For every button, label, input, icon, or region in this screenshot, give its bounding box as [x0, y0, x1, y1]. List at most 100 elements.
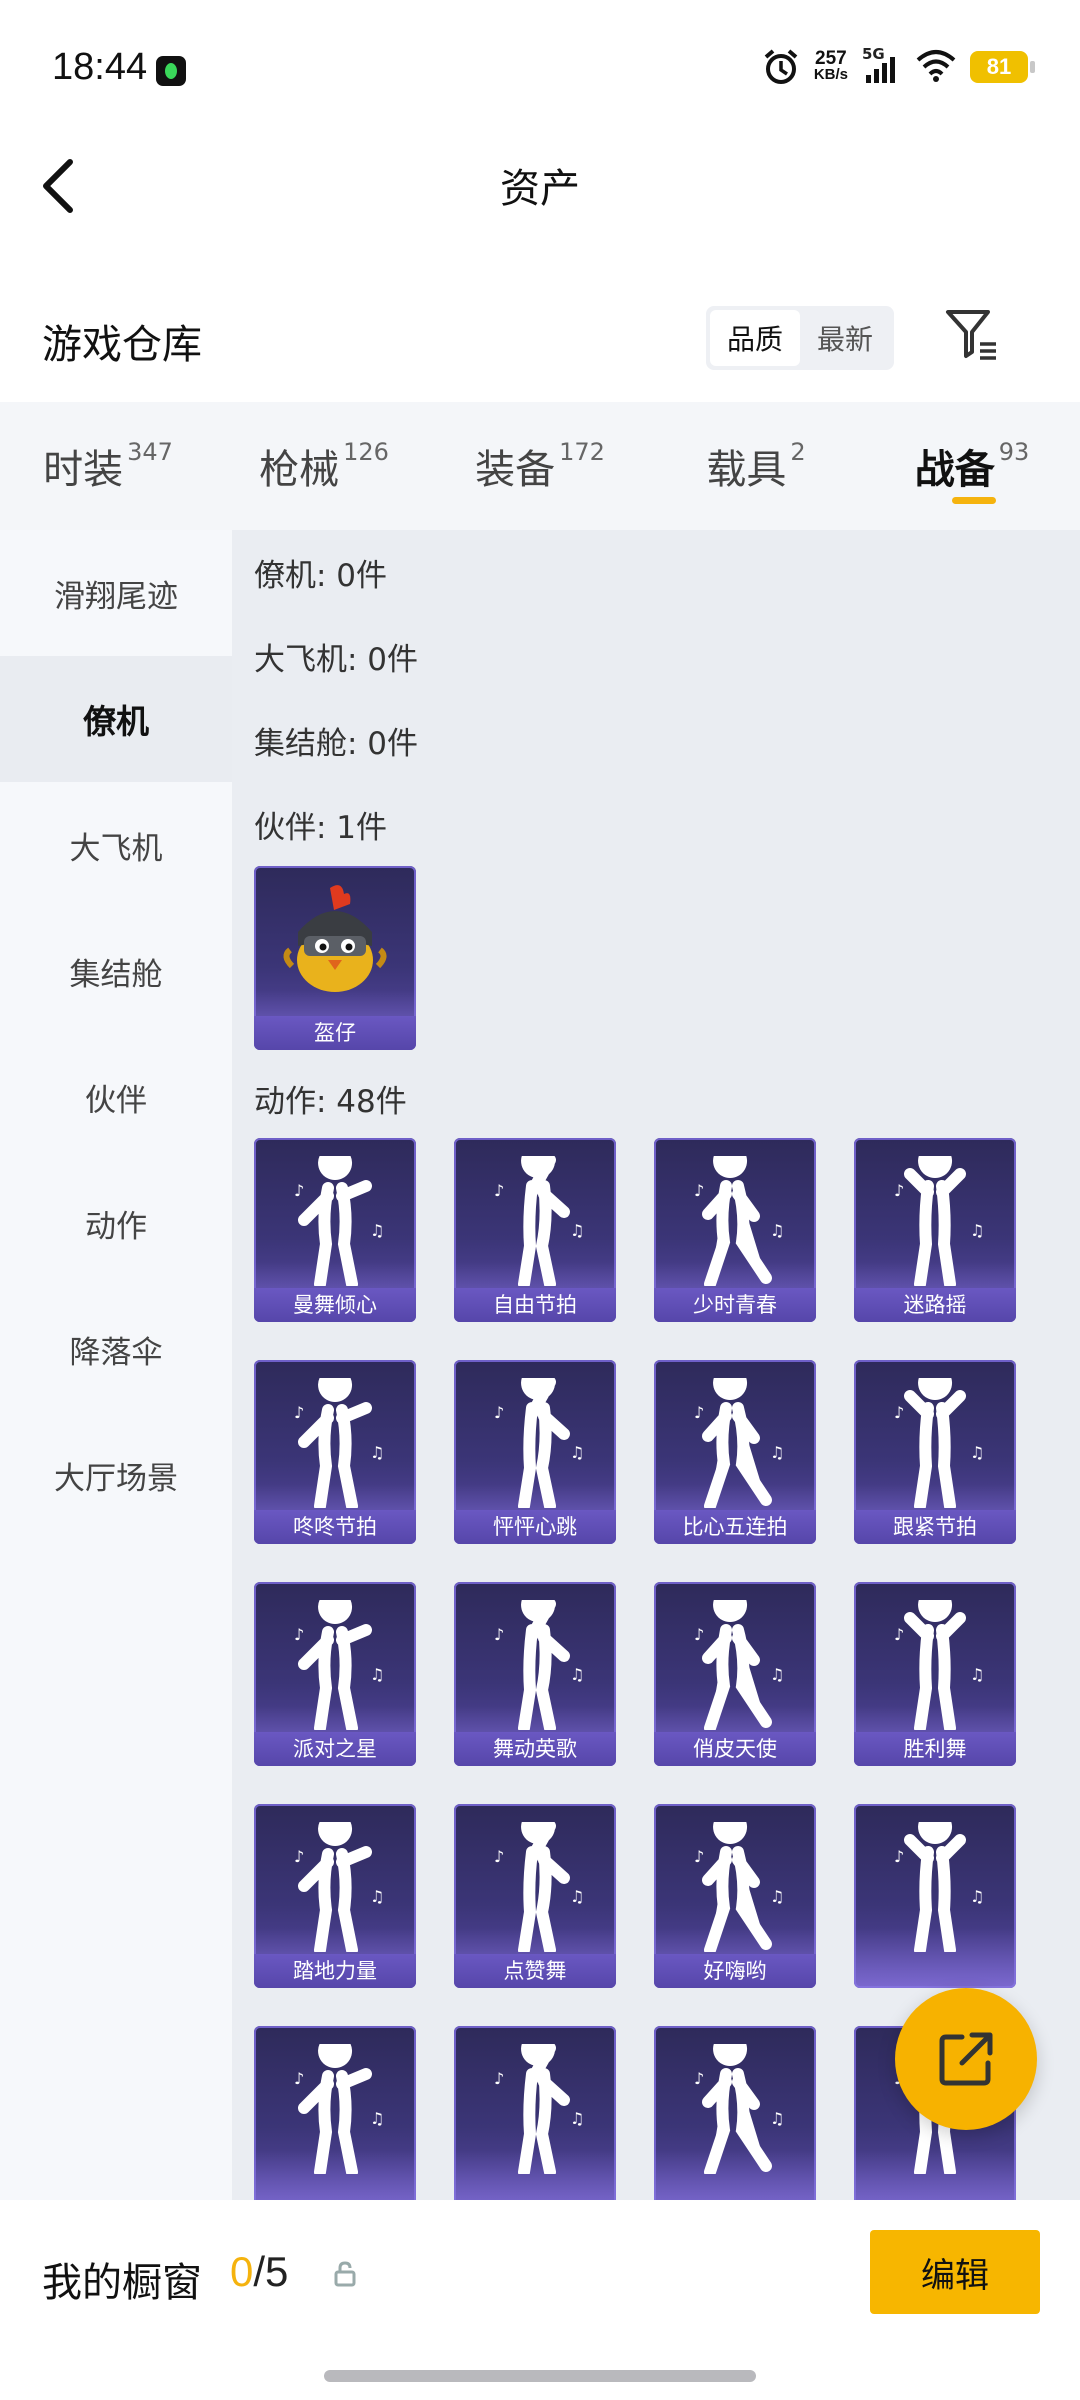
svg-text:♫: ♫: [370, 1887, 384, 1906]
item-name: 点赞舞: [454, 1954, 616, 1988]
net-speed-unit: KB/s: [813, 66, 848, 83]
sidebar-item-big-plane[interactable]: 大飞机: [0, 782, 232, 908]
share-fab[interactable]: [895, 1988, 1037, 2130]
tab-label: 枪械: [259, 447, 340, 493]
dancer-silhouette-icon: ♪♫: [894, 1378, 984, 1508]
tab-count: 93: [998, 438, 1030, 466]
emote-item-card[interactable]: ♪ ♫ 比心五连拍: [654, 1360, 816, 1544]
emote-item-card[interactable]: ♪ ♫ 迷路摇: [854, 1138, 1016, 1322]
dancer-silhouette-icon: ♪♫: [294, 2044, 384, 2174]
sort-option-newest[interactable]: 最新: [800, 310, 890, 366]
svg-text:♫: ♫: [770, 1221, 784, 1240]
svg-text:♫: ♫: [570, 1221, 584, 1240]
filter-icon: [946, 310, 996, 360]
svg-text:♪: ♪: [694, 1847, 704, 1866]
share-icon: [939, 2032, 993, 2086]
sidebar: 滑翔尾迹 僚机 大飞机 集结舱 伙伴 动作 降落伞 大厅场景: [0, 530, 232, 2200]
dancer-silhouette-icon: ♪♫: [294, 1156, 384, 1286]
svg-text:♪: ♪: [494, 1625, 504, 1644]
tab-label: 载具: [706, 447, 787, 493]
dancer-silhouette-icon: ♪♫: [694, 2044, 784, 2174]
svg-text:♪: ♪: [294, 1181, 304, 1200]
svg-text:♫: ♫: [570, 1887, 584, 1906]
sidebar-item-pod[interactable]: 集结舱: [0, 908, 232, 1034]
filter-button[interactable]: [940, 302, 1004, 366]
tab-firearms[interactable]: 枪械 126: [216, 402, 432, 530]
dancer-silhouette-icon: ♪♫: [894, 1600, 984, 1730]
svg-text:♪: ♪: [694, 1625, 704, 1644]
svg-text:♪: ♪: [894, 1625, 904, 1644]
emote-item-card[interactable]: ♪ ♫ 胜利舞: [854, 1582, 1016, 1766]
emote-item-card[interactable]: ♪ ♫ 跟紧节拍: [854, 1360, 1016, 1544]
emote-item-card[interactable]: ♪ ♫ 舞动英歌: [454, 1582, 616, 1766]
sidebar-item-emote[interactable]: 动作: [0, 1160, 232, 1286]
item-name: 比心五连拍: [654, 1510, 816, 1544]
emote-item-card[interactable]: ♪ ♫ 俏皮天使: [654, 1582, 816, 1766]
svg-text:♫: ♫: [570, 1443, 584, 1462]
emote-item-card[interactable]: ♪ ♫ 自由节拍: [454, 1138, 616, 1322]
section-wingman-label: 僚机: 0件: [254, 558, 388, 594]
home-indicator[interactable]: [324, 2370, 756, 2382]
svg-text:♫: ♫: [370, 1665, 384, 1684]
category-tabs: 时装 347 枪械 126 装备 172 载具 2 战备 93: [0, 402, 1080, 530]
my-showcase-title: 我的橱窗: [42, 2260, 202, 2306]
emote-item-card[interactable]: ♪♫: [454, 2026, 616, 2200]
sidebar-item-glide-trail[interactable]: 滑翔尾迹: [0, 530, 232, 656]
tab-battle-prep[interactable]: 战备 93: [864, 402, 1080, 530]
net-speed-value: 257: [815, 48, 847, 69]
sort-toggle: 品质 最新: [706, 306, 894, 370]
emote-item-card[interactable]: ♪ ♫ 踏地力量: [254, 1804, 416, 1988]
svg-text:♪: ♪: [494, 1847, 504, 1866]
svg-text:♫: ♫: [970, 1887, 984, 1906]
sidebar-item-lobby-scene[interactable]: 大厅场景: [0, 1412, 232, 1538]
dancer-silhouette-icon: ♪♫: [894, 1822, 984, 1952]
tab-label: 战备: [914, 447, 995, 493]
svg-text:♪: ♪: [894, 1847, 904, 1866]
sidebar-item-partner[interactable]: 伙伴: [0, 1034, 232, 1160]
dancer-silhouette-icon: ♪♫: [494, 1156, 584, 1286]
emote-item-card[interactable]: ♪♫: [254, 2026, 416, 2200]
title-bar: 资产: [0, 140, 1080, 230]
dancer-silhouette-icon: ♪♫: [694, 1822, 784, 1952]
signal-icon: 5G: [862, 45, 902, 85]
item-name: 俏皮天使: [654, 1732, 816, 1766]
emote-item-card[interactable]: ♪ ♫ 点赞舞: [454, 1804, 616, 1988]
dancer-silhouette-icon: ♪♫: [294, 1378, 384, 1508]
emote-item-card[interactable]: ♪ ♫ 好嗨哟: [654, 1804, 816, 1988]
item-name: 少时青春: [654, 1288, 816, 1322]
emote-item-card[interactable]: ♪ ♫ 咚咚节拍: [254, 1360, 416, 1544]
item-name: 怦怦心跳: [454, 1510, 616, 1544]
emote-item-card[interactable]: ♪ ♫ 派对之星: [254, 1582, 416, 1766]
network-type: 5G: [862, 45, 885, 63]
svg-text:♫: ♫: [970, 1665, 984, 1684]
emote-item-card[interactable]: ♪ ♫ 怦怦心跳: [454, 1360, 616, 1544]
svg-text:♪: ♪: [294, 2069, 304, 2088]
svg-text:♫: ♫: [370, 1443, 384, 1462]
section-plane-label: 大飞机: 0件: [254, 642, 419, 678]
lock-icon: [333, 2260, 357, 2288]
emote-item-card[interactable]: ♪♫: [854, 1804, 1016, 1988]
sidebar-item-parachute[interactable]: 降落伞: [0, 1286, 232, 1412]
svg-text:♪: ♪: [294, 1847, 304, 1866]
tab-vehicles[interactable]: 载具 2: [648, 402, 864, 530]
status-bar: 18:44 257 KB/s 5G 81: [0, 0, 1080, 140]
emote-item-card[interactable]: ♪ ♫ 曼舞倾心: [254, 1138, 416, 1322]
dancer-silhouette-icon: ♪♫: [894, 1156, 984, 1286]
item-name: 派对之星: [254, 1732, 416, 1766]
svg-text:♪: ♪: [694, 2069, 704, 2088]
sort-option-quality[interactable]: 品质: [710, 310, 800, 366]
emote-item-card[interactable]: ♪ ♫ 少时青春: [654, 1138, 816, 1322]
sidebar-item-wingman[interactable]: 僚机: [0, 656, 232, 782]
warehouse-header: 游戏仓库 品质 最新: [0, 290, 1080, 390]
app-notification-icon: [156, 56, 186, 86]
showcase-total: /5: [253, 2248, 289, 2295]
edit-button[interactable]: 编辑: [870, 2230, 1040, 2314]
emote-item-card[interactable]: ♪♫: [654, 2026, 816, 2200]
svg-text:♫: ♫: [570, 1665, 584, 1684]
svg-text:♪: ♪: [694, 1181, 704, 1200]
svg-text:♪: ♪: [494, 1403, 504, 1422]
partner-item-card[interactable]: 盔仔: [254, 866, 416, 1050]
tab-fashion[interactable]: 时装 347: [0, 402, 216, 530]
tab-equipment[interactable]: 装备 172: [432, 402, 648, 530]
bottom-bar: 我的橱窗 0/5 编辑: [0, 2200, 1080, 2400]
